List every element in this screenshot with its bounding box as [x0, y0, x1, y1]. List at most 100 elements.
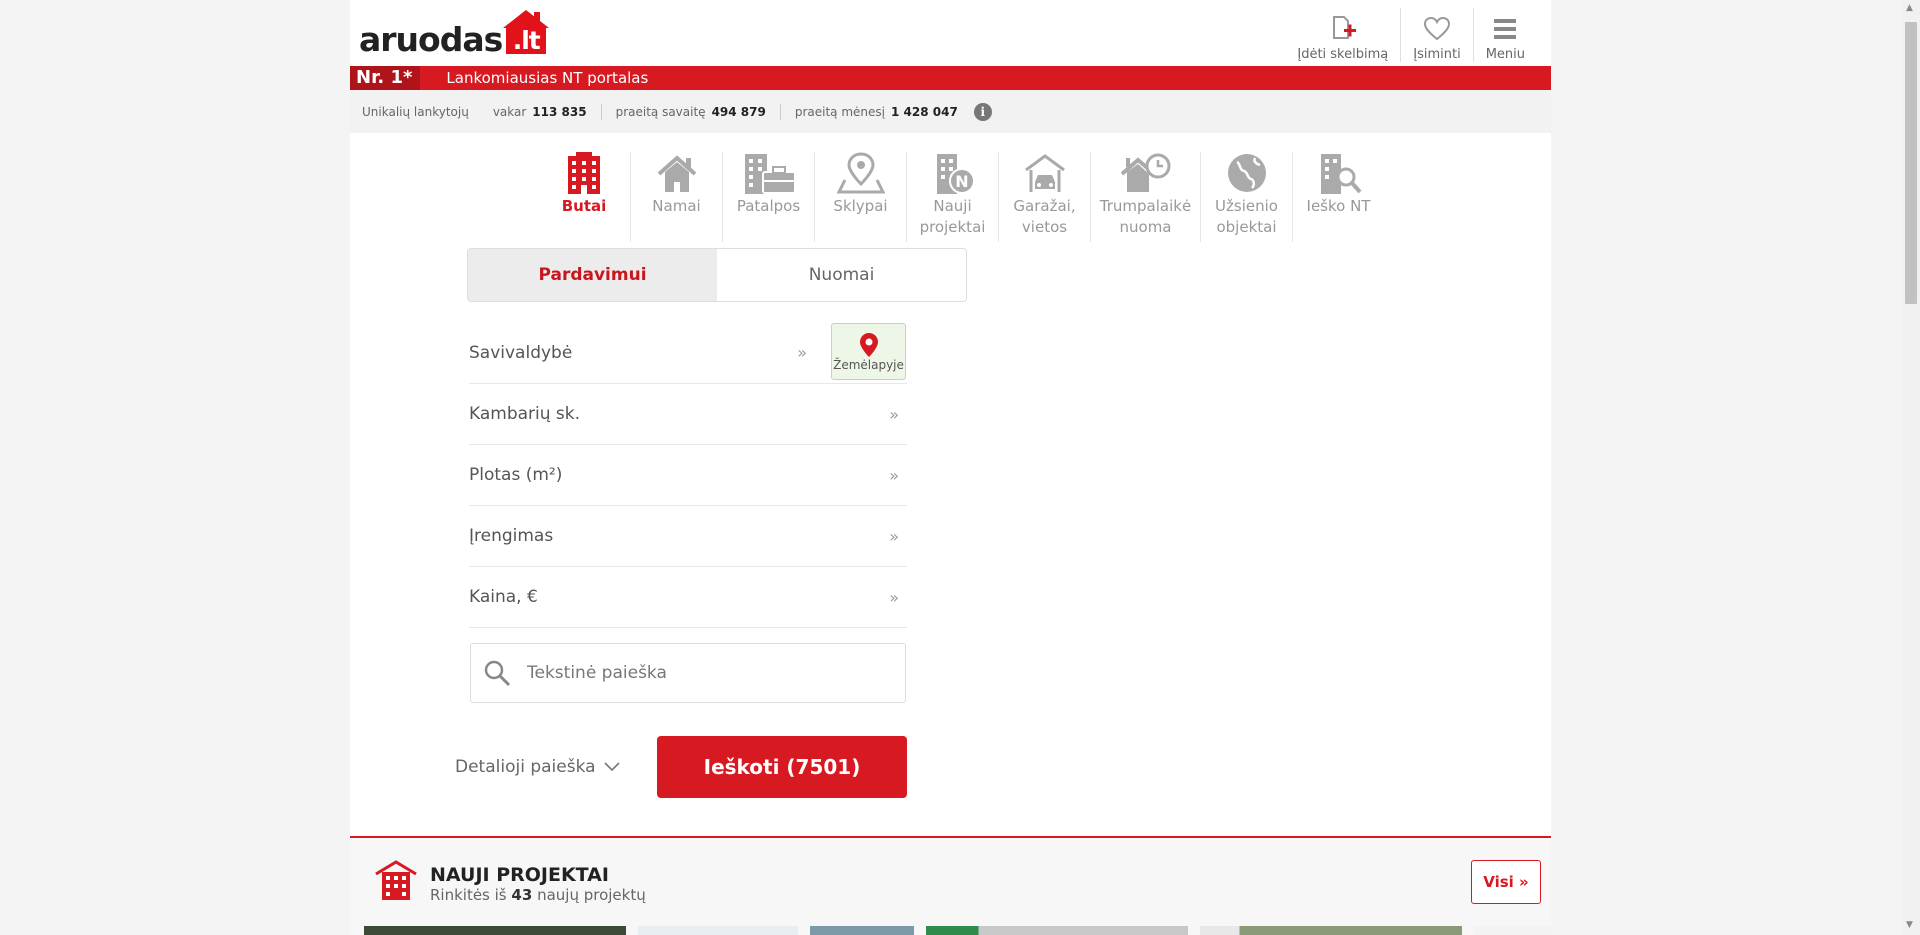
filter-finishing[interactable]: Įrengimas » [469, 506, 907, 567]
rank-badge: Nr. 1* [350, 66, 421, 90]
svg-text:N: N [955, 172, 968, 191]
category-label: Garažai, vietos [1013, 197, 1076, 236]
deal-type-tabs: Pardavimui Nuomai [467, 248, 967, 302]
logo-house-icon: .lt [503, 10, 550, 56]
filter-municipality-inner: Savivaldybė » [469, 343, 831, 363]
filter-label: Kaina, € [469, 587, 538, 607]
filter-label: Įrengimas [469, 526, 554, 546]
text-search-input[interactable] [527, 663, 887, 683]
detailed-search-toggle[interactable]: Detalioji paieška [455, 757, 620, 777]
category-wanted[interactable]: Ieško NT [1292, 152, 1384, 242]
filter-label: Kambarių sk. [469, 404, 581, 424]
category-label: Namai [652, 197, 701, 215]
site-header: aruodas .lt Įdėti skelbimą Įsiminti Meni… [350, 0, 1551, 66]
filter-area[interactable]: Plotas (m²) » [469, 445, 907, 506]
saved-button[interactable]: Įsiminti [1400, 8, 1472, 62]
category-label: Užsienio objektai [1215, 197, 1278, 236]
category-short-term-rent[interactable]: Trumpalaikė nuoma [1090, 152, 1200, 242]
project-thumbnail[interactable] [1474, 926, 1551, 935]
scroll-up-icon[interactable]: ▲ [1906, 3, 1913, 13]
page-container: aruodas .lt Įdėti skelbimą Įsiminti Meni… [350, 0, 1551, 935]
new-projects-section: NAUJI PROJEKTAI Rinkitės iš 43 naujų pro… [350, 836, 1551, 935]
category-nav: Butai Namai Patalpos Sklypai N Nauji pro… [538, 152, 1384, 242]
project-thumbnail[interactable] [1200, 926, 1462, 935]
garage-icon [1024, 154, 1065, 192]
detailed-search-label: Detalioji paieška [455, 757, 596, 777]
tab-for-rent[interactable]: Nuomai [717, 249, 966, 301]
divider [779, 103, 781, 120]
map-button-label: Žemėlapyje [833, 357, 904, 372]
heart-icon [1423, 16, 1450, 41]
globe-icon [1227, 154, 1266, 192]
filter-price[interactable]: Kaina, € » [469, 567, 907, 628]
map-button[interactable]: Žemėlapyje [831, 323, 906, 380]
header-actions: Įdėti skelbimą Įsiminti Meniu [1285, 8, 1537, 62]
chevron-double-right-icon: » [889, 465, 899, 485]
top-banner: Nr. 1* Lankomiausias NT portalas [350, 66, 1551, 90]
chevron-down-icon [603, 762, 620, 772]
map-pin-icon [859, 332, 878, 357]
land-plot-icon [836, 152, 885, 194]
category-label: Trumpalaikė nuoma [1099, 197, 1192, 236]
menu-button[interactable]: Meniu [1472, 8, 1537, 62]
filter-municipality[interactable]: Savivaldybė » Žemėlapyje [469, 322, 907, 384]
apartments-icon [568, 152, 600, 194]
saved-label: Įsiminti [1413, 47, 1461, 62]
search-filters: Savivaldybė » Žemėlapyje Kambarių sk. » … [469, 322, 907, 628]
chevron-double-right-icon: » [889, 404, 899, 424]
chevron-double-right-icon: » [889, 526, 899, 546]
category-label: Patalpos [736, 197, 801, 215]
filter-label: Savivaldybė [469, 342, 573, 363]
category-label: Nauji projektai [919, 197, 986, 236]
menu-label: Meniu [1485, 47, 1525, 62]
category-garages[interactable]: Garažai, vietos [998, 152, 1090, 242]
banner-text: Lankomiausias NT portalas [446, 69, 649, 87]
filter-label: Plotas (m²) [469, 465, 563, 485]
search-icon [484, 660, 511, 687]
text-search-box [470, 643, 906, 703]
project-thumbnails [364, 926, 1551, 935]
project-thumbnail[interactable] [926, 926, 1188, 935]
category-premises[interactable]: Patalpos [722, 152, 814, 242]
scroll-down-icon[interactable]: ▼ [1906, 920, 1913, 930]
project-thumbnail[interactable] [364, 926, 626, 935]
category-abroad[interactable]: Užsienio objektai [1200, 152, 1292, 242]
divider [600, 103, 602, 120]
stat-yesterday: vakar 113 835 [492, 104, 587, 119]
project-thumbnail[interactable] [638, 926, 798, 935]
menu-icon [1494, 19, 1517, 39]
stat-last-week: praeitą savaitę 494 879 [615, 104, 766, 119]
add-listing-label: Įdėti skelbimą [1297, 47, 1389, 62]
category-label: Ieško NT [1306, 197, 1371, 215]
category-label: Sklypai [833, 197, 888, 215]
logo-suffix: .lt [506, 27, 547, 54]
category-houses[interactable]: Namai [630, 152, 722, 242]
house-icon [657, 155, 696, 192]
new-projects-icon: N [936, 154, 975, 194]
aruodas-logo[interactable]: aruodas .lt [359, 10, 550, 59]
category-apartments[interactable]: Butai [538, 152, 630, 242]
tab-for-sale[interactable]: Pardavimui [468, 249, 717, 301]
new-projects-title: NAUJI PROJEKTAI [430, 864, 609, 886]
filter-rooms[interactable]: Kambarių sk. » [469, 384, 907, 445]
stats-label: Unikalių lankytojų [362, 104, 469, 119]
view-all-projects-button[interactable]: Visi » [1471, 860, 1541, 904]
chevron-double-right-icon: » [889, 587, 899, 607]
stat-last-month: praeitą mėnesį 1 428 047 [794, 104, 958, 119]
info-icon[interactable]: i [973, 102, 992, 121]
category-new-projects[interactable]: N Nauji projektai [906, 152, 998, 242]
add-listing-button[interactable]: Įdėti skelbimą [1285, 8, 1400, 62]
project-thumbnail[interactable] [810, 926, 914, 935]
new-projects-subtitle: Rinkitės iš 43 naujų projektų [430, 886, 646, 904]
short-term-rent-icon [1120, 153, 1170, 192]
add-listing-icon [1332, 16, 1356, 39]
new-projects-count: 43 [511, 886, 533, 904]
logo-text: aruodas [359, 20, 503, 59]
search-submit-button[interactable]: Ieškoti (7501) [657, 736, 907, 798]
search-property-icon [1320, 154, 1361, 194]
new-projects-building-icon [375, 860, 417, 900]
premises-icon [744, 154, 796, 194]
page-scrollbar[interactable]: ▲ ▼ [1902, 0, 1920, 935]
category-plots[interactable]: Sklypai [814, 152, 906, 242]
scroll-thumb[interactable] [1905, 22, 1917, 304]
